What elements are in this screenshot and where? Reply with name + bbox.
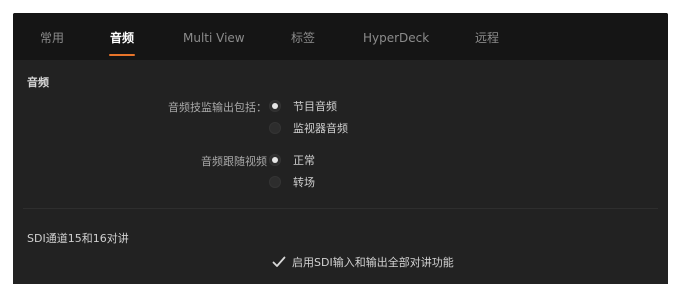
audio-follow-video-label: 音频跟随视频 — [201, 155, 267, 168]
audio-section-title: 音频 — [27, 76, 49, 89]
tab-label: 远程 — [475, 31, 500, 45]
tab-label: 标签 — [291, 31, 316, 45]
active-tab-indicator — [109, 54, 136, 56]
radio-program-audio[interactable]: 节目音频 — [269, 98, 337, 114]
tab-label: 常用 — [40, 31, 65, 45]
radio-button[interactable] — [269, 154, 281, 166]
tab-multi-view[interactable]: Multi View — [183, 13, 245, 60]
radio-normal[interactable]: 正常 — [269, 152, 315, 168]
talkback-section-title: SDI通道15和16对讲 — [27, 232, 129, 245]
radio-selected-dot — [272, 103, 278, 109]
tab-audio[interactable]: 音频 — [109, 13, 136, 60]
radio-label: 监视器音频 — [293, 122, 348, 135]
audio-settings-panel: 音频 音频技监输出包括： 节目音频 监视器音频 音频跟随视频 正常 转场 SDI… — [13, 60, 668, 284]
tab-label: Multi View — [183, 31, 245, 45]
tab-general[interactable]: 常用 — [40, 13, 64, 60]
radio-button[interactable] — [269, 176, 281, 188]
radio-transition[interactable]: 转场 — [269, 174, 315, 190]
radio-button[interactable] — [269, 100, 281, 112]
tab-label: HyperDeck — [363, 31, 430, 45]
tab-labels[interactable]: 标签 — [291, 13, 315, 60]
enable-talkback-checkbox[interactable]: 启用SDI输入和输出全部对讲功能 — [272, 254, 454, 270]
tab-remote[interactable]: 远程 — [475, 13, 499, 60]
checkbox-label: 启用SDI输入和输出全部对讲功能 — [292, 256, 454, 269]
section-divider — [23, 208, 658, 209]
checkmark-icon[interactable] — [272, 255, 286, 269]
radio-label: 转场 — [293, 176, 315, 189]
settings-window: 常用 音频 Multi View 标签 HyperDeck 远程 音频 音频技监… — [13, 13, 668, 284]
radio-button[interactable] — [269, 122, 281, 134]
monitor-output-label: 音频技监输出包括： — [168, 101, 267, 114]
tab-bar: 常用 音频 Multi View 标签 HyperDeck 远程 — [13, 13, 668, 60]
radio-label: 正常 — [293, 154, 315, 167]
radio-selected-dot — [272, 157, 278, 163]
tab-label: 音频 — [110, 31, 135, 45]
radio-monitor-audio[interactable]: 监视器音频 — [269, 120, 348, 136]
radio-label: 节目音频 — [293, 100, 337, 113]
tab-hyperdeck[interactable]: HyperDeck — [363, 13, 429, 60]
